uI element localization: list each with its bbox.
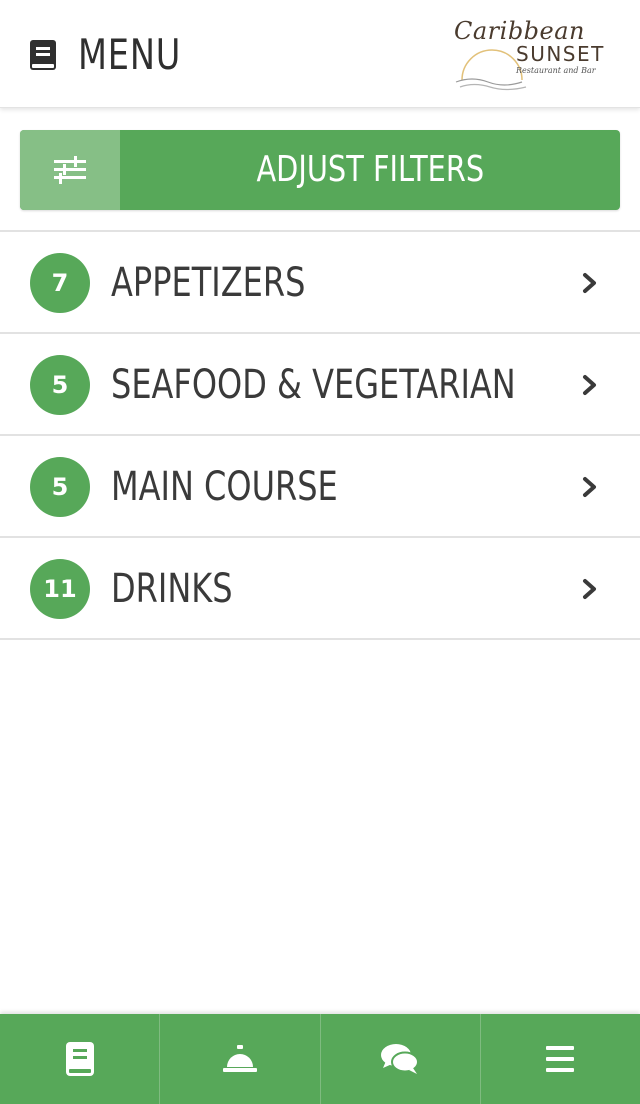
nav-chat-button[interactable] bbox=[321, 1014, 481, 1104]
bottom-nav-bar bbox=[0, 1014, 640, 1104]
logo-tagline: Restaurant and Bar bbox=[516, 66, 596, 75]
item-count-badge: 5 bbox=[30, 355, 90, 415]
adjust-filters-label: ADJUST FILTERS bbox=[256, 149, 484, 190]
category-list: 7 APPETIZERS 5 SEAFOOD & VEGETARIAN 5 MA… bbox=[0, 230, 640, 640]
book-icon bbox=[65, 1042, 94, 1076]
logo-main-text: SUNSET bbox=[516, 42, 605, 66]
item-count-badge: 11 bbox=[30, 559, 90, 619]
menu-page: MENU Caribbean SUNSET Restaurant and Bar bbox=[0, 0, 640, 1104]
category-item-drinks[interactable]: 11 DRINKS bbox=[0, 538, 640, 640]
category-label: MAIN COURSE bbox=[111, 464, 338, 510]
chevron-right-icon bbox=[583, 273, 596, 293]
category-item-appetizers[interactable]: 7 APPETIZERS bbox=[0, 232, 640, 334]
chevron-right-icon bbox=[583, 579, 596, 599]
page-title: MENU bbox=[78, 30, 182, 79]
restaurant-logo: Caribbean SUNSET Restaurant and Bar bbox=[452, 14, 612, 94]
item-count-badge: 5 bbox=[30, 457, 90, 517]
chevron-right-icon bbox=[583, 477, 596, 497]
category-label: DRINKS bbox=[111, 566, 233, 612]
sliders-icon bbox=[54, 156, 86, 184]
adjust-filters-button[interactable]: ADJUST FILTERS bbox=[20, 130, 620, 210]
category-item-main-course[interactable]: 5 MAIN COURSE bbox=[0, 436, 640, 538]
filter-icon-box bbox=[20, 130, 120, 210]
nav-service-button[interactable] bbox=[160, 1014, 321, 1104]
book-icon bbox=[30, 40, 56, 70]
nav-menu-button[interactable] bbox=[0, 1014, 161, 1104]
app-header: MENU Caribbean SUNSET Restaurant and Bar bbox=[0, 0, 640, 108]
chevron-right-icon bbox=[583, 375, 596, 395]
category-label: SEAFOOD & VEGETARIAN bbox=[111, 362, 516, 408]
chat-bubbles-icon bbox=[381, 1044, 420, 1074]
item-count-badge: 7 bbox=[30, 253, 90, 313]
nav-more-button[interactable] bbox=[481, 1014, 640, 1104]
category-label: APPETIZERS bbox=[111, 260, 306, 306]
hamburger-icon bbox=[546, 1046, 575, 1072]
category-item-seafood-vegetarian[interactable]: 5 SEAFOOD & VEGETARIAN bbox=[0, 334, 640, 436]
service-bell-icon bbox=[222, 1045, 257, 1072]
